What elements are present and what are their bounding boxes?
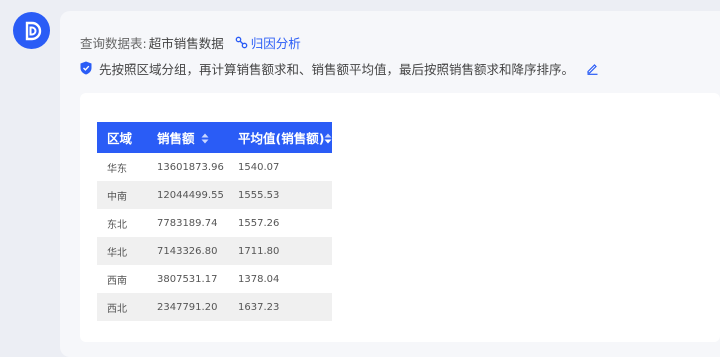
query-table-name: 超市销售数据 [148, 35, 224, 51]
attribution-analysis-link[interactable]: 归因分析 [235, 33, 301, 52]
table-row: 华北 7143326.80 1711.80 [97, 237, 333, 265]
cell-avg-sales: 1378.04 [238, 273, 280, 285]
table-row: 东北 7783189.74 1557.26 [97, 209, 332, 237]
cell-region: 东北 [107, 219, 127, 231]
query-description: 先按照区域分组，再计算销售额求和、销售额平均值，最后按照销售额求和降序排序。 [80, 59, 599, 77]
logo-icon [25, 21, 41, 40]
cell-avg-sales: 1711.80 [228, 237, 333, 265]
table-header-row: 区域 销售额 平均值(销售额) [97, 122, 333, 153]
cell-region: 华东 [107, 163, 127, 175]
result-table: 区域 销售额 平均值(销售额) 华东 13601873.96 1540.07 中… [97, 122, 333, 321]
table-row: 西南 3807531.17 1378.04 [97, 265, 332, 293]
cell-sales: 13601873.96 [157, 161, 224, 173]
table-row: 华东 13601873.96 1540.07 [97, 153, 332, 181]
cell-sales: 2347791.20 [147, 293, 228, 321]
cell-sales: 12044499.55 [147, 181, 228, 209]
cell-region: 中南 [97, 181, 147, 209]
attribution-analysis-label: 归因分析 [250, 35, 301, 51]
edit-pencil-icon [587, 63, 598, 75]
sort-icon[interactable] [201, 132, 209, 147]
response-card: 查询数据表: 超市销售数据 归因分析 先按照区域分组，再计算销售额求和、销售额平… [60, 11, 720, 357]
cell-avg-sales: 1555.53 [228, 181, 333, 209]
cell-region: 华北 [97, 237, 147, 265]
column-header-avg-sales[interactable]: 平均值(销售额) [228, 122, 333, 153]
cell-sales: 7143326.80 [147, 237, 228, 265]
description-text: 先按照区域分组，再计算销售额求和、销售额平均值，最后按照销售额求和降序排序。 [99, 61, 575, 77]
sort-icon[interactable] [324, 132, 332, 147]
shield-check-icon [80, 61, 92, 75]
cell-avg-sales: 1540.07 [238, 161, 280, 173]
column-header-region[interactable]: 区域 [97, 122, 147, 153]
cell-avg-sales: 1557.26 [238, 217, 280, 229]
cell-region: 西南 [107, 275, 127, 287]
cell-region: 西北 [97, 293, 147, 321]
table-row: 西北 2347791.20 1637.23 [97, 293, 333, 321]
attribution-icon [235, 36, 248, 48]
edit-button[interactable] [586, 62, 599, 75]
cell-sales: 3807531.17 [157, 273, 218, 285]
result-panel: 区域 销售额 平均值(销售额) 华东 13601873.96 1540.07 中… [80, 93, 720, 342]
query-info: 查询数据表: 超市销售数据 归因分析 [80, 33, 301, 51]
column-header-sales[interactable]: 销售额 [147, 122, 228, 153]
query-label: 查询数据表: [80, 35, 147, 51]
cell-avg-sales: 1637.23 [228, 293, 333, 321]
assistant-avatar [13, 12, 50, 49]
table-row: 中南 12044499.55 1555.53 [97, 181, 333, 209]
cell-sales: 7783189.74 [157, 217, 218, 229]
